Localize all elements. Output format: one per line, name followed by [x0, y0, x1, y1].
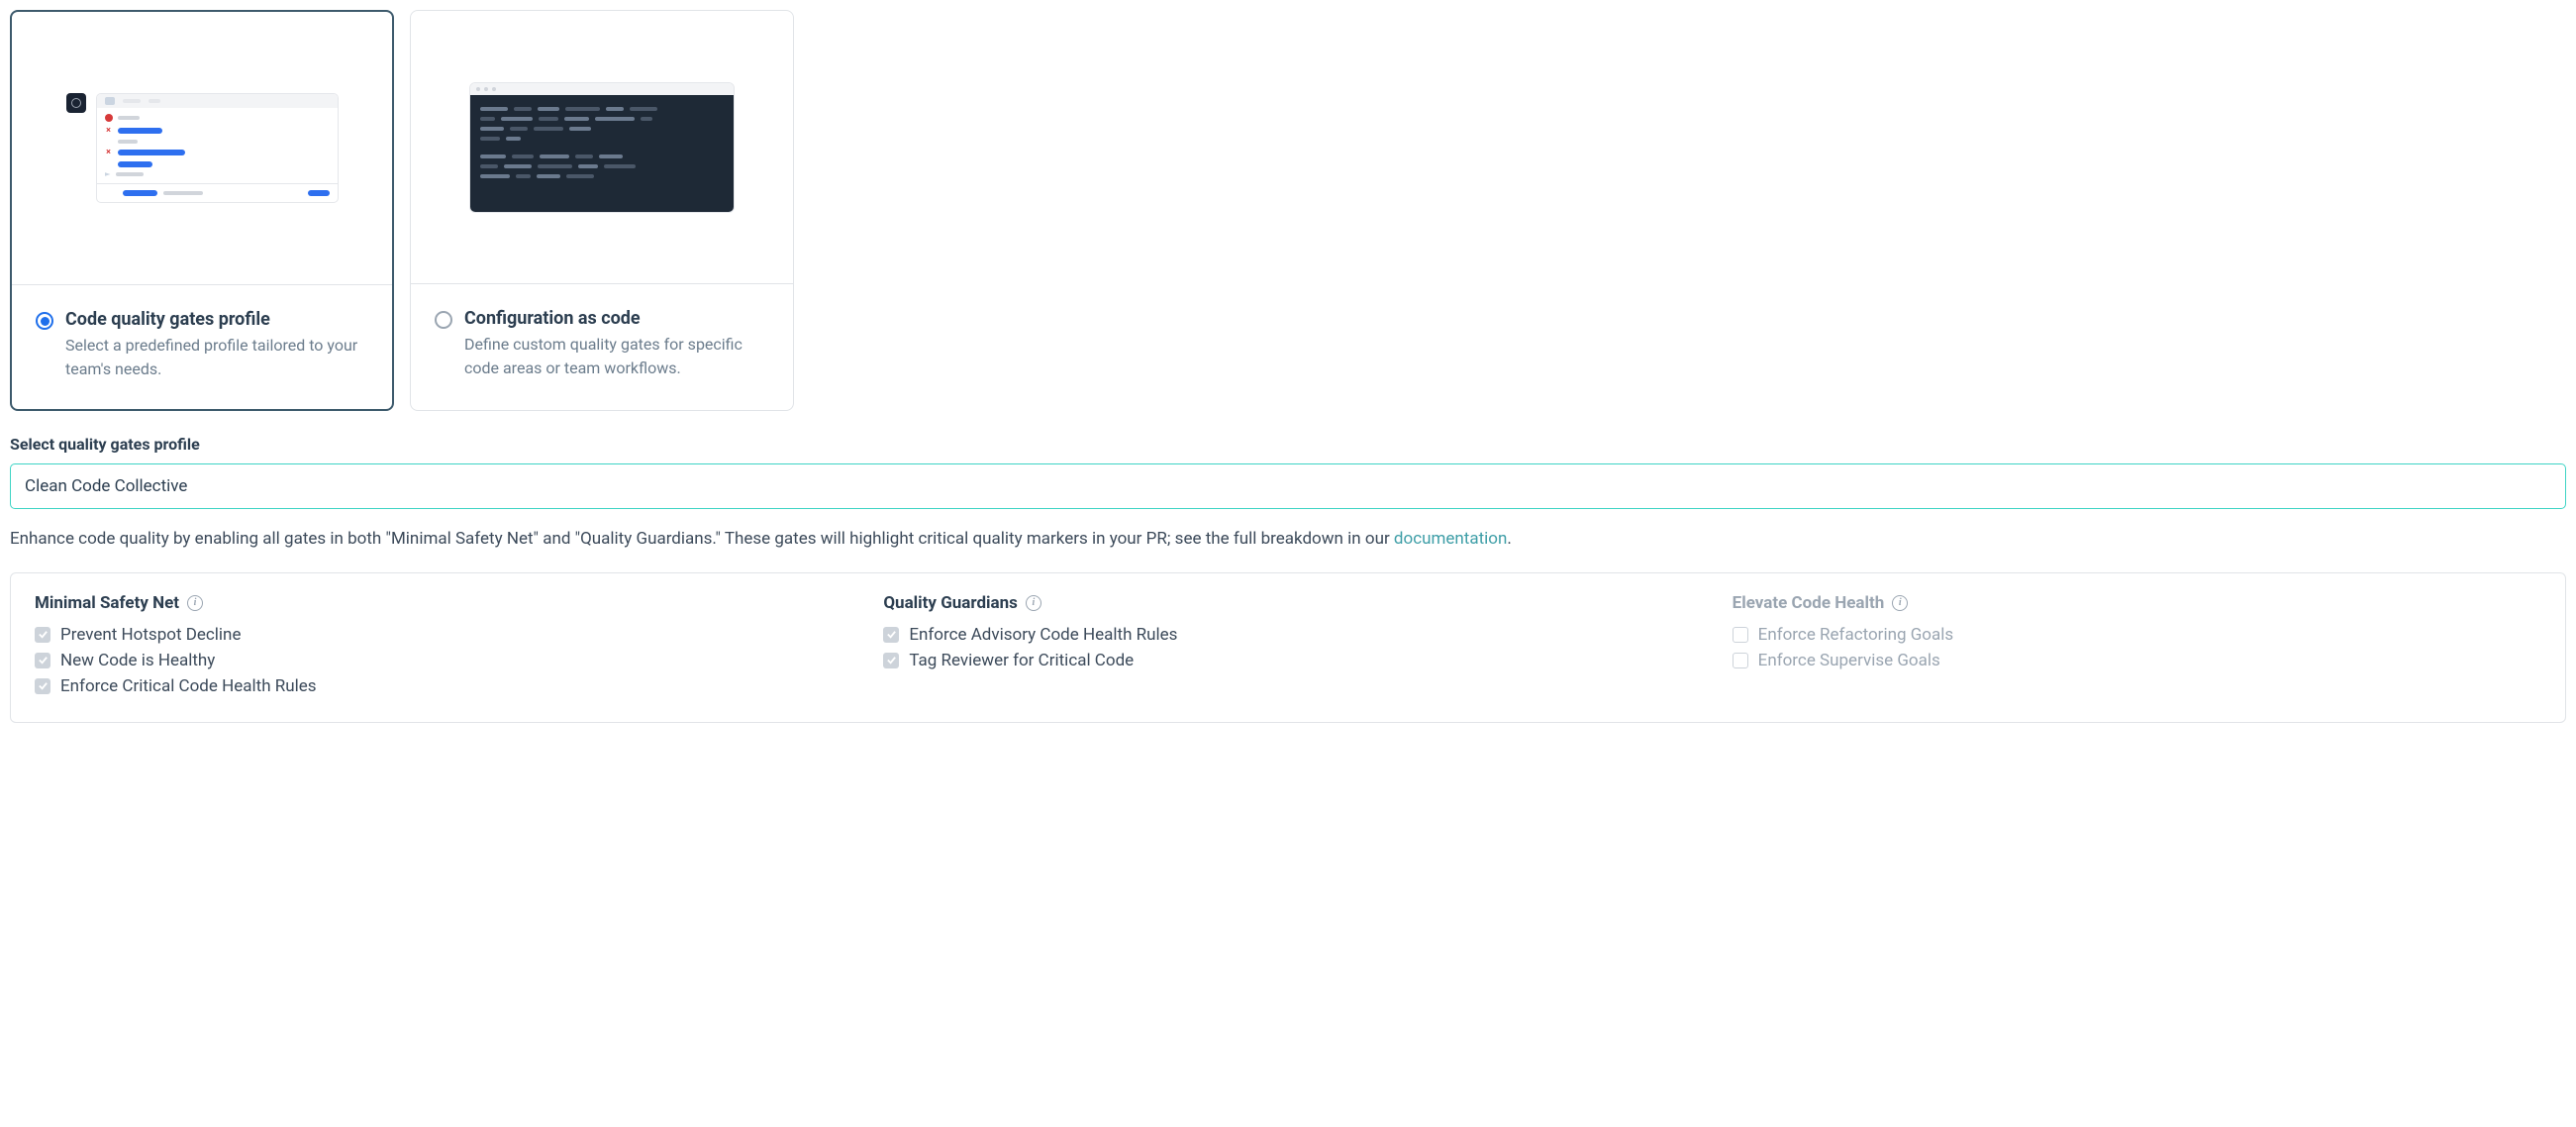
- gate-item: Enforce Refactoring Goals: [1733, 625, 2541, 645]
- config-as-code-card[interactable]: Configuration as code Define custom qual…: [410, 10, 794, 411]
- profile-description: Enhance code quality by enabling all gat…: [10, 527, 2566, 553]
- checkbox-checked-icon: [35, 627, 50, 643]
- minimal-safety-net-column: Minimal Safety Net i Prevent Hotspot Dec…: [35, 593, 843, 702]
- profile-card-title: Code quality gates profile: [65, 309, 368, 330]
- profile-mode-radio[interactable]: [36, 312, 53, 330]
- info-icon[interactable]: i: [1892, 595, 1908, 611]
- config-card-title: Configuration as code: [464, 308, 769, 329]
- profile-select-dropdown[interactable]: Clean Code Collective: [10, 463, 2566, 509]
- checkbox-unchecked-icon: [1733, 653, 1748, 668]
- checkbox-checked-icon: [883, 653, 899, 668]
- profile-select-label: Select quality gates profile: [10, 435, 2566, 454]
- profile-card-desc: Select a predefined profile tailored to …: [65, 334, 368, 381]
- info-icon[interactable]: i: [187, 595, 203, 611]
- profile-mode-card[interactable]: × × Code quality gates pro: [10, 10, 394, 411]
- gate-item: Enforce Supervise Goals: [1733, 651, 2541, 670]
- gate-item: Tag Reviewer for Critical Code: [883, 651, 1692, 670]
- avatar-icon: [66, 93, 86, 113]
- elevate-code-health-column: Elevate Code Health i Enforce Refactorin…: [1733, 593, 2541, 702]
- gate-item: Enforce Advisory Code Health Rules: [883, 625, 1692, 645]
- elevate-title: Elevate Code Health i: [1733, 593, 2541, 613]
- checkbox-checked-icon: [35, 678, 50, 694]
- config-preview: [411, 11, 793, 284]
- checkbox-checked-icon: [883, 627, 899, 643]
- config-card-desc: Define custom quality gates for specific…: [464, 333, 769, 380]
- quality-guardians-column: Quality Guardians i Enforce Advisory Cod…: [883, 593, 1692, 702]
- checkbox-checked-icon: [35, 653, 50, 668]
- gate-item: New Code is Healthy: [35, 651, 843, 670]
- profile-preview: × ×: [12, 12, 392, 285]
- gate-item: Enforce Critical Code Health Rules: [35, 676, 843, 696]
- documentation-link[interactable]: documentation: [1394, 529, 1507, 549]
- checkbox-unchecked-icon: [1733, 627, 1748, 643]
- info-icon[interactable]: i: [1026, 595, 1041, 611]
- mode-selection-cards: × × Code quality gates pro: [10, 10, 2566, 411]
- gates-panel: Minimal Safety Net i Prevent Hotspot Dec…: [10, 572, 2566, 723]
- minimal-title: Minimal Safety Net i: [35, 593, 843, 613]
- guardians-title: Quality Guardians i: [883, 593, 1692, 613]
- gate-item: Prevent Hotspot Decline: [35, 625, 843, 645]
- config-mode-radio[interactable]: [435, 311, 452, 329]
